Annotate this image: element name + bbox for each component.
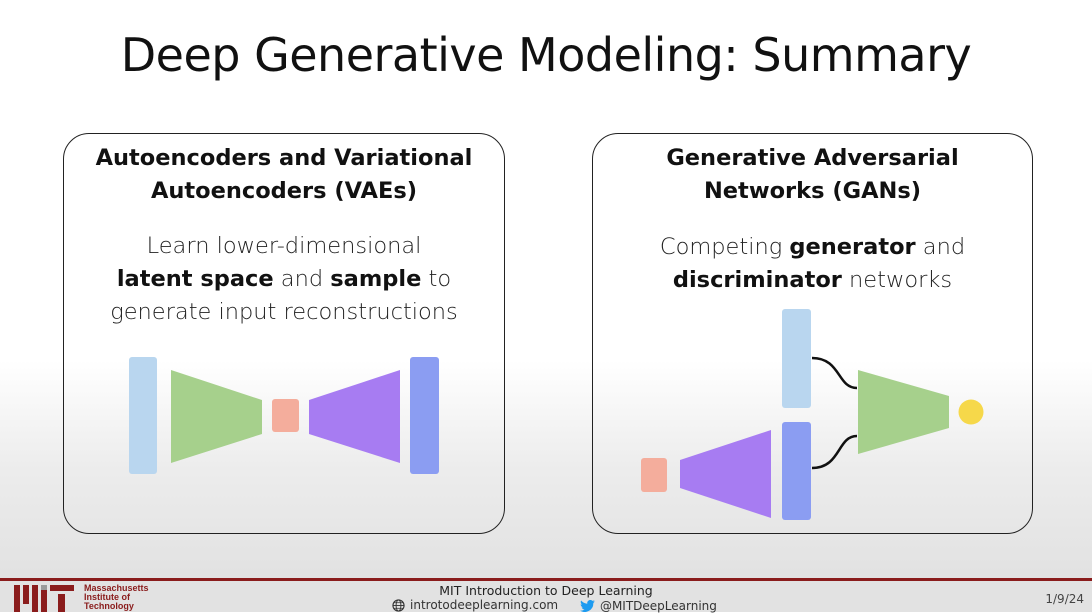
mit-name-line-3: Technology bbox=[84, 601, 134, 611]
gan-generator-trapezoid bbox=[680, 430, 771, 518]
website-link[interactable]: introtodeeplearning.com bbox=[392, 598, 558, 612]
slide-footer: Massachusetts Institute of Technology MI… bbox=[0, 578, 1092, 615]
footer-rule bbox=[0, 578, 1092, 581]
lecture-date: 1/9/24 bbox=[1045, 592, 1084, 606]
slide-title: Deep Generative Modeling: Summary bbox=[120, 28, 972, 82]
gan-real-sample-block bbox=[782, 309, 811, 408]
twitter-handle: @MITDeepLearning bbox=[599, 598, 717, 613]
gan-diagram bbox=[641, 309, 984, 520]
vae-encoder-trapezoid bbox=[171, 370, 262, 463]
twitter-bird-icon bbox=[580, 599, 595, 612]
gan-real-to-discriminator-connector bbox=[811, 356, 858, 390]
website-text: introtodeeplearning.com bbox=[410, 598, 559, 612]
gan-fake-to-discriminator-connector bbox=[811, 434, 858, 470]
vae-panel: Autoencoders and Variational Autoencoder… bbox=[63, 133, 505, 534]
twitter-link[interactable]: @MITDeepLearning bbox=[580, 599, 717, 613]
vae-diagram bbox=[129, 357, 439, 474]
gan-noise-block bbox=[641, 458, 667, 492]
vae-output-block bbox=[410, 357, 439, 474]
gan-discriminator-output-dot bbox=[958, 399, 984, 425]
vae-latent-block bbox=[272, 399, 299, 432]
course-title: MIT Introduction to Deep Learning bbox=[439, 583, 653, 598]
footer-links: introtodeeplearning.com @MITDeepLearning bbox=[392, 598, 735, 615]
gan-panel: Generative Adversarial Networks (GANs) C… bbox=[592, 133, 1033, 534]
vae-input-block bbox=[129, 357, 157, 474]
vae-decoder-trapezoid bbox=[309, 370, 400, 463]
globe-icon bbox=[392, 598, 405, 612]
gan-discriminator-trapezoid bbox=[858, 370, 949, 454]
gan-fake-sample-block bbox=[782, 422, 811, 520]
